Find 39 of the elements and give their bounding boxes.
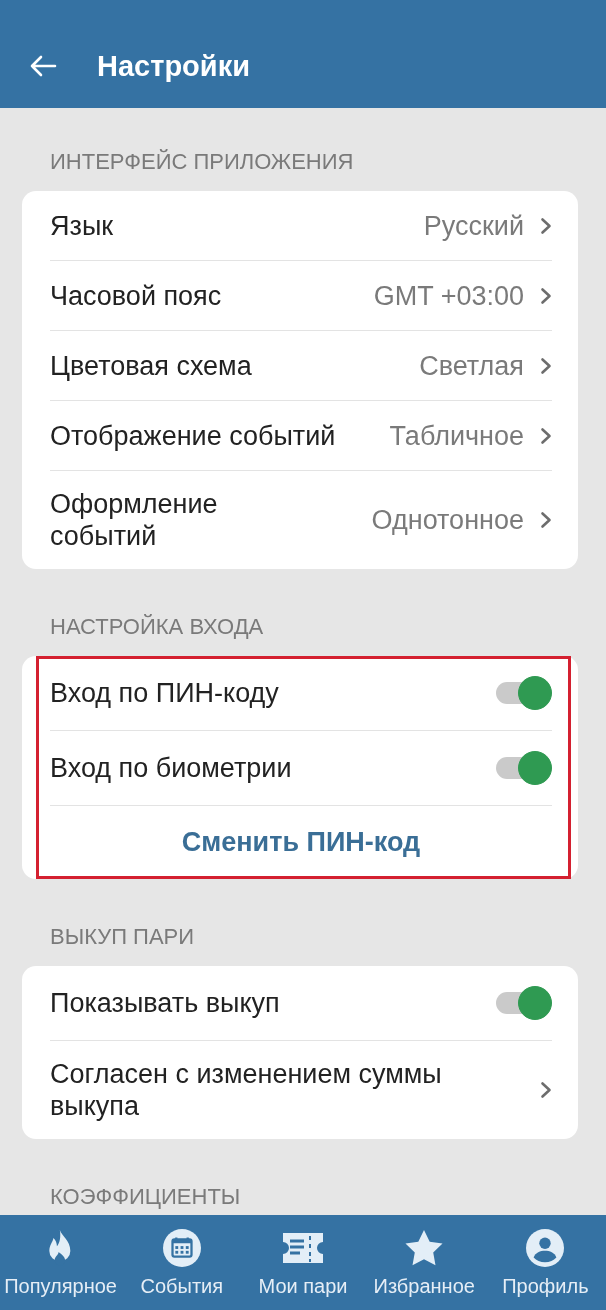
setting-label[interactable]: Отображение событий [50, 419, 336, 452]
setting-label[interactable]: Согласен с изменением суммы выкупа [50, 1058, 480, 1122]
setting-value[interactable]: Русский [413, 209, 524, 242]
setting-label[interactable]: Часовой пояс [50, 279, 222, 312]
nav-tab[interactable]: Избранное [363, 1215, 485, 1310]
nav-tab[interactable]: Популярное [0, 1215, 122, 1310]
section-title: КОЭФФИЦИЕНТЫ [49, 1183, 242, 1211]
toggle-switch[interactable] [494, 751, 552, 785]
ticket-icon [283, 1233, 323, 1263]
section-title: ВЫКУП ПАРИ [49, 923, 196, 951]
setting-label[interactable]: Язык [50, 209, 114, 242]
chevron-icon [540, 1081, 552, 1099]
setting-label: Показывать выкуп [50, 987, 280, 1019]
calendar-icon [162, 1229, 201, 1267]
nav-tab[interactable]: События [121, 1215, 243, 1310]
toggle-switch[interactable] [494, 676, 552, 710]
section-title: НАСТРОЙКА ВХОДА [49, 613, 265, 641]
setting-label: Вход по ПИН-коду [50, 677, 279, 709]
chevron-icon [540, 426, 552, 445]
star-icon [405, 1229, 444, 1267]
setting-label[interactable]: Оформление событий [50, 488, 218, 552]
setting-value[interactable]: Однотонное [361, 504, 524, 536]
setting-value[interactable]: GMT +03:00 [363, 279, 524, 312]
back-arrow-icon[interactable] [29, 54, 57, 78]
setting-value[interactable]: Табличное [379, 419, 524, 452]
nav-tab[interactable]: Профиль [484, 1215, 606, 1310]
chevron-icon [540, 286, 552, 305]
section-title: ИНТЕРФЕЙС ПРИЛОЖЕНИЯ [49, 148, 355, 176]
chevron-icon [540, 511, 552, 529]
screen-title: Настройки [97, 49, 250, 83]
nav-tab[interactable]: Мои пари [242, 1215, 364, 1310]
setting-label: Вход по биометрии [50, 752, 292, 784]
chevron-icon [540, 216, 552, 235]
setting-label[interactable]: Цветовая схема [50, 349, 252, 382]
action-link[interactable]: Сменить ПИН-код [181, 827, 421, 858]
toggle-switch[interactable] [494, 986, 552, 1020]
chevron-icon [540, 356, 552, 375]
person-icon [526, 1229, 565, 1267]
setting-value[interactable]: Светлая [409, 349, 524, 382]
